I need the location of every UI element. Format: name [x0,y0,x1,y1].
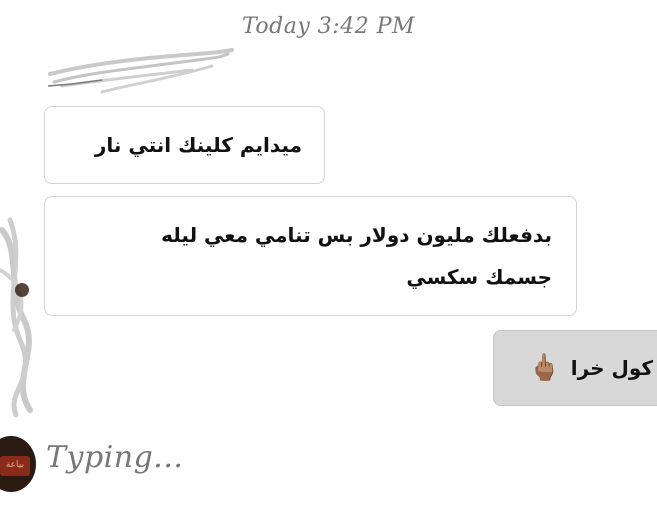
message-text: بدفعلك مليون دولار بس تنامي معي ليله جسم… [69,214,552,298]
message-line: بدفعلك مليون دولار بس تنامي معي ليله [161,223,552,247]
redacted-sender-name-scribble [47,48,234,94]
message-text: كول خرا [570,356,653,380]
incoming-message-bubble[interactable]: بدفعلك مليون دولار بس تنامي معي ليله جسم… [44,196,577,316]
incoming-message-bubble[interactable]: ميدايم كلينك انتي نار [44,106,325,184]
middle-finger-emoji-icon: 🖕🏽 [528,353,561,383]
contact-avatar[interactable]: بياعة [0,436,36,492]
message-timestamp: Today 3:42 PM [241,14,416,39]
redacted-avatar-scribble [0,217,33,418]
message-line: جسمك سكسي [406,265,552,289]
message-text: ميدايم كلينك انتي نار [94,133,302,157]
outgoing-message-bubble[interactable]: كول خرا 🖕🏽 [493,330,657,406]
typing-indicator: Typing... [46,440,184,475]
avatar-image-text: بياعة [5,460,24,470]
